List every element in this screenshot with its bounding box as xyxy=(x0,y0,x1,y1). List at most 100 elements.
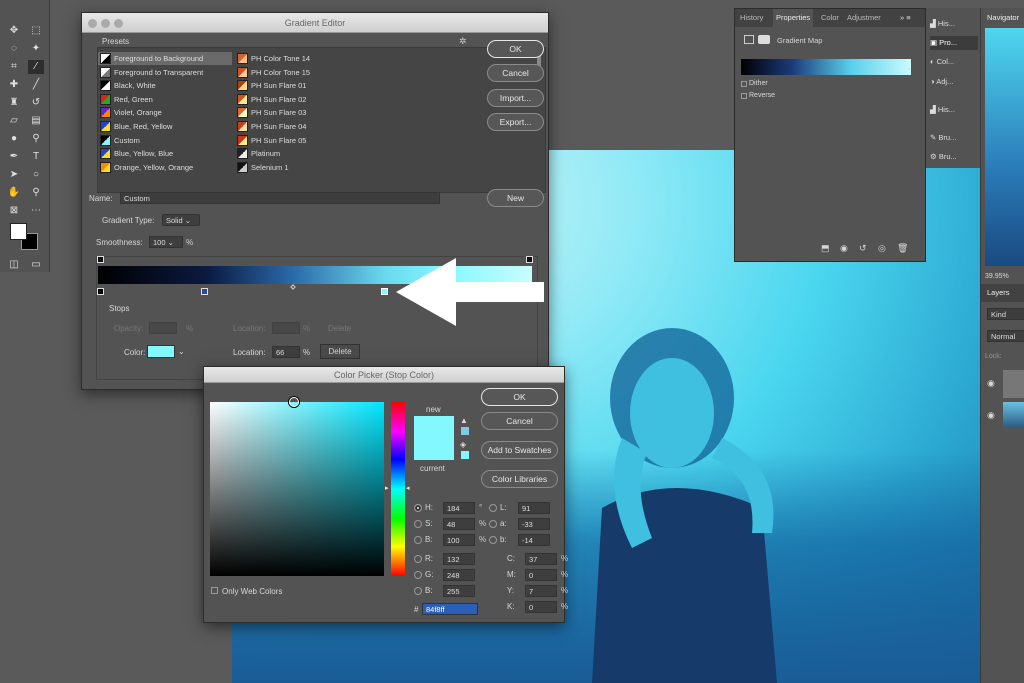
rgb-2-input[interactable]: 255 xyxy=(443,585,475,597)
opacity-stop-left[interactable] xyxy=(97,256,104,263)
rgb-0-input[interactable]: 132 xyxy=(443,553,475,565)
shape-icon[interactable]: ○ xyxy=(28,168,44,182)
photo-layer-thumb[interactable] xyxy=(1003,402,1024,428)
lab-0-radio[interactable] xyxy=(489,504,497,512)
picker-ok-button[interactable]: OK xyxy=(481,388,558,406)
new-button[interactable]: New xyxy=(487,189,544,207)
zoom-dot-icon[interactable] xyxy=(114,19,123,28)
minimize-dot-icon[interactable] xyxy=(101,19,110,28)
web-safe-cube-icon[interactable]: ◈ xyxy=(460,440,466,449)
lab-1-radio[interactable] xyxy=(489,520,497,528)
navigator-thumbnail[interactable] xyxy=(985,28,1024,266)
move-icon[interactable]: ✥ xyxy=(6,24,22,38)
type-icon[interactable]: T xyxy=(28,150,44,164)
rgb-1-input[interactable]: 248 xyxy=(443,569,475,581)
close-dot-icon[interactable] xyxy=(88,19,97,28)
import-button[interactable]: Import... xyxy=(487,89,544,107)
crop-icon[interactable]: ⌗ xyxy=(6,60,22,74)
name-input[interactable]: Custom xyxy=(120,192,440,204)
hue-slider-left-arrow-icon[interactable]: ▸ xyxy=(385,484,389,492)
color-dropdown-chevron-icon[interactable]: ⌄ xyxy=(178,347,185,356)
rgb-0-radio[interactable] xyxy=(414,555,422,563)
eyedropper-icon[interactable]: ⁄ xyxy=(28,60,44,74)
brush-icon[interactable]: ╱ xyxy=(28,78,44,92)
gradient-map-dropdown-icon[interactable]: ⌄ xyxy=(906,63,913,72)
rgb-2-radio[interactable] xyxy=(414,587,422,595)
preset-item[interactable]: PH Color Tone 15 xyxy=(235,66,369,79)
collapsed-panel-item[interactable]: ▣ Pro... xyxy=(930,36,978,50)
smoothness-input[interactable]: 100 ⌄ xyxy=(149,236,183,248)
marquee-icon[interactable]: ⬚ xyxy=(28,24,44,38)
preset-item[interactable]: PH Sun Flare 02 xyxy=(235,93,369,106)
stop-color-swatch[interactable] xyxy=(147,345,175,358)
picker-cancel-button[interactable]: Cancel xyxy=(481,412,558,430)
more-icon[interactable]: ⋯ xyxy=(28,204,44,218)
cmyk-2-input[interactable]: 7 xyxy=(525,585,557,597)
hue-slider[interactable] xyxy=(391,402,405,576)
preset-item[interactable]: PH Sun Flare 05 xyxy=(235,134,369,147)
tab-properties[interactable]: Properties xyxy=(773,9,814,27)
collapsed-panel-item[interactable]: ✎ Bru... xyxy=(930,131,978,145)
gradient-type-select[interactable]: Solid ⌄ xyxy=(162,214,200,226)
opacity-input[interactable] xyxy=(149,322,177,334)
ok-button[interactable]: OK xyxy=(487,40,544,58)
clip-to-layer-icon[interactable]: ⬒ xyxy=(821,243,830,254)
add-to-swatches-button[interactable]: Add to Swatches xyxy=(481,441,558,459)
healing-icon[interactable]: ✚ xyxy=(6,78,22,92)
preset-item[interactable]: PH Color Tone 14 xyxy=(235,52,369,65)
pen-icon[interactable]: ✒ xyxy=(6,150,22,164)
cmyk-1-input[interactable]: 0 xyxy=(525,569,557,581)
cancel-button[interactable]: Cancel xyxy=(487,64,544,82)
color-stop-black[interactable] xyxy=(97,288,104,295)
cmyk-3-input[interactable]: 0 xyxy=(525,601,557,613)
only-web-colors-checkbox[interactable] xyxy=(211,587,218,594)
preset-item[interactable]: Custom xyxy=(98,134,232,147)
opacity-location-input[interactable] xyxy=(272,322,300,334)
quick-mask-icon[interactable]: ◫ xyxy=(6,258,22,272)
web-safe-color-icon[interactable] xyxy=(461,451,469,459)
preset-item[interactable]: PH Sun Flare 04 xyxy=(235,120,369,133)
hsb-1-input[interactable]: 48 xyxy=(443,518,475,530)
current-color-swatch[interactable] xyxy=(414,438,454,460)
preset-item[interactable]: Blue, Yellow, Blue xyxy=(98,147,232,160)
gradient-icon[interactable]: ▤ xyxy=(28,114,44,128)
gradient-map-preview[interactable] xyxy=(741,59,911,75)
gamut-color-icon[interactable] xyxy=(461,427,469,435)
cmyk-0-input[interactable]: 37 xyxy=(525,553,557,565)
lab-2-radio[interactable] xyxy=(489,536,497,544)
hsb-1-radio[interactable] xyxy=(414,520,422,528)
blur-icon[interactable]: ● xyxy=(6,132,22,146)
color-field[interactable] xyxy=(210,402,384,576)
hsb-0-radio[interactable] xyxy=(414,504,422,512)
gear-icon[interactable]: ✲ xyxy=(459,36,467,47)
hex-input[interactable]: 84f8ff xyxy=(422,603,478,615)
tab-color[interactable]: Color xyxy=(821,9,839,27)
hsb-2-input[interactable]: 100 xyxy=(443,534,475,546)
preset-item[interactable]: PH Sun Flare 03 xyxy=(235,106,369,119)
collapsed-panel-item[interactable]: ▟ His... xyxy=(930,17,978,31)
preset-item[interactable]: Orange, Yellow, Orange xyxy=(98,161,232,174)
frame-icon[interactable]: ⊠ xyxy=(6,204,22,218)
preset-item[interactable]: Black, White xyxy=(98,79,232,92)
preset-item[interactable]: Platinum xyxy=(235,147,369,160)
tab-adjustments[interactable]: Adjustmer xyxy=(847,9,881,27)
zoom-level[interactable]: 39.95% xyxy=(985,273,1009,280)
eraser-icon[interactable]: ▱ xyxy=(6,114,22,128)
lab-1-input[interactable]: -33 xyxy=(518,518,550,530)
gamut-warning-icon[interactable]: ▲ xyxy=(460,416,468,425)
collapsed-panel-item[interactable]: ◐ Col... xyxy=(930,55,978,69)
visibility-icon[interactable]: ◎ xyxy=(878,243,886,254)
color-stop-blue[interactable] xyxy=(201,288,208,295)
stamp-icon[interactable]: ♜ xyxy=(6,96,22,110)
dodge-icon[interactable]: ⚲ xyxy=(28,132,44,146)
dither-checkbox[interactable] xyxy=(741,81,747,87)
magic-wand-icon[interactable]: ✦ xyxy=(28,42,44,56)
blend-mode-select[interactable]: Normal xyxy=(987,330,1024,342)
view-previous-icon[interactable]: ◉ xyxy=(840,243,848,254)
opacity-delete-button[interactable]: Delete xyxy=(328,324,351,333)
collapsed-panel-item[interactable]: ▟ His... xyxy=(930,103,978,117)
lab-0-input[interactable]: 91 xyxy=(518,502,550,514)
hsb-0-input[interactable]: 184 xyxy=(443,502,475,514)
preset-item[interactable]: PH Sun Flare 01 xyxy=(235,79,369,92)
photo-layer-eye-icon[interactable]: ◉ xyxy=(987,410,995,421)
